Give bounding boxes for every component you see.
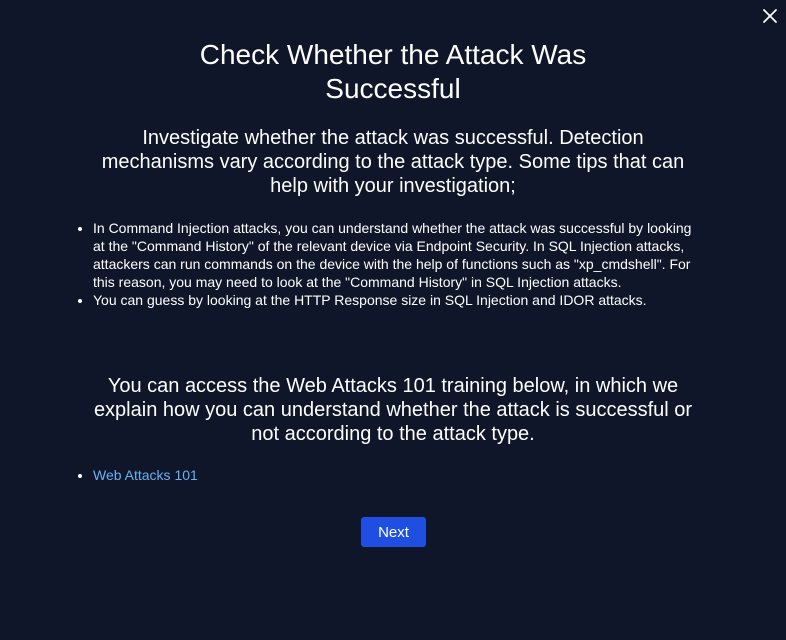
- close-icon: [763, 9, 777, 23]
- page-title: Check Whether the Attack Was Successful: [199, 39, 587, 104]
- tips-list: In Command Injection attacks, you can un…: [75, 219, 705, 309]
- training-access-text: You can access the Web Attacks 101 train…: [93, 375, 693, 445]
- list-item: Web Attacks 101: [93, 466, 198, 484]
- list-item: In Command Injection attacks, you can un…: [93, 219, 705, 291]
- training-links-list: Web Attacks 101: [75, 466, 198, 484]
- web-attacks-101-link[interactable]: Web Attacks 101: [93, 467, 198, 483]
- close-button[interactable]: [759, 5, 781, 27]
- intro-text: Investigate whether the attack was succe…: [101, 127, 685, 197]
- next-button[interactable]: Next: [361, 517, 426, 547]
- list-item: You can guess by looking at the HTTP Res…: [93, 291, 705, 309]
- modal-dialog: Check Whether the Attack Was Successful …: [0, 0, 786, 640]
